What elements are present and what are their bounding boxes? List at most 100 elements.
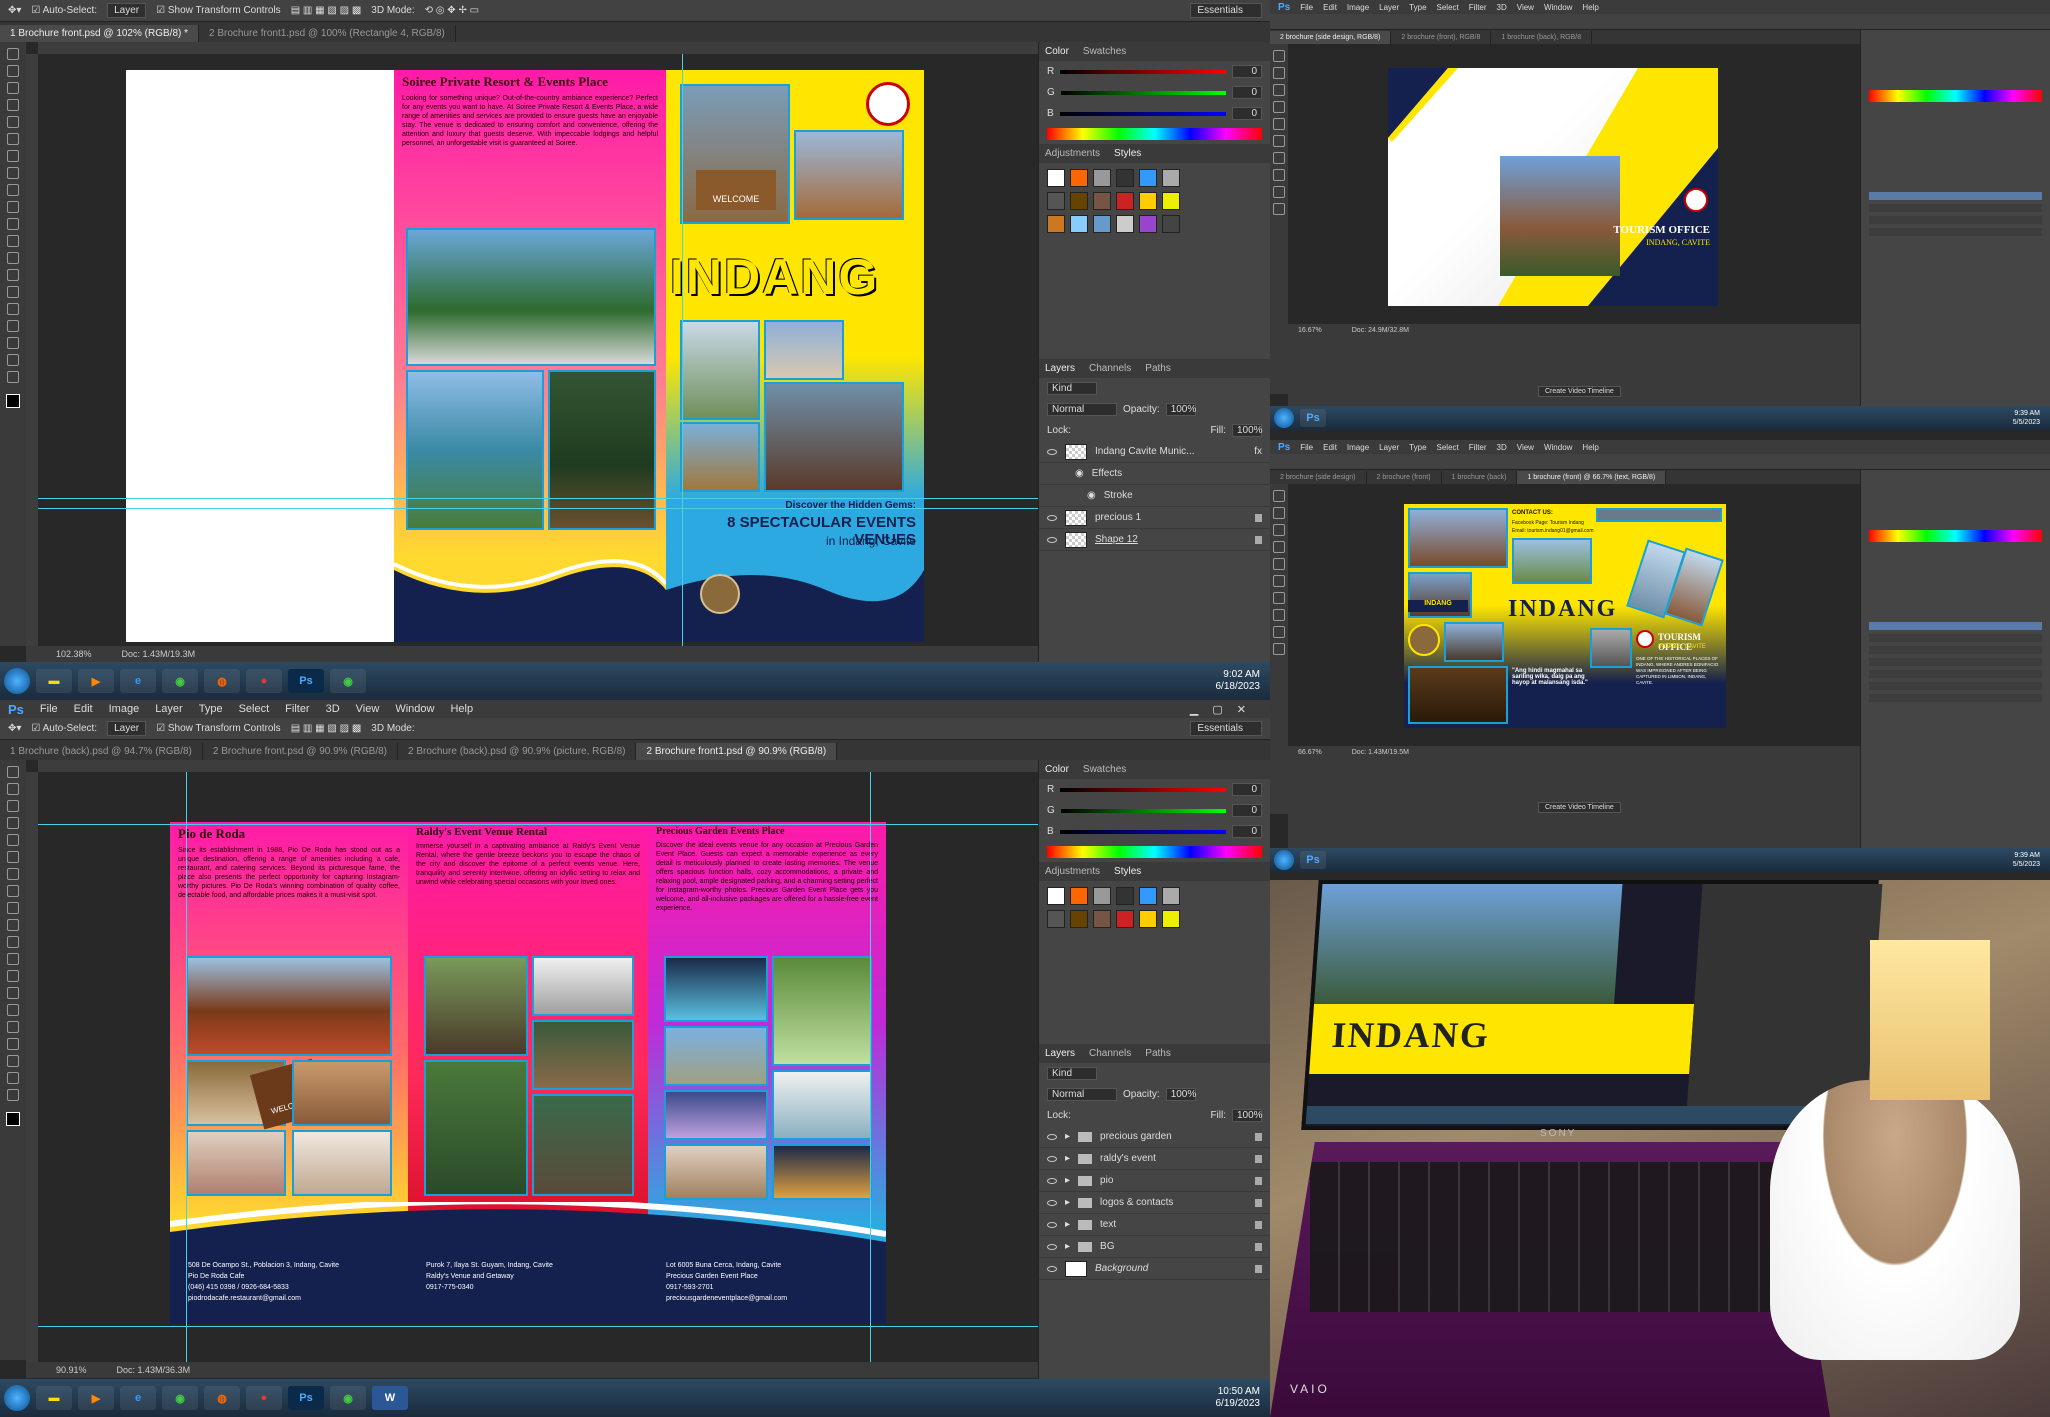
hand-icon[interactable] xyxy=(1273,626,1285,638)
quick-select-icon[interactable] xyxy=(7,817,19,829)
ie-icon[interactable]: e xyxy=(120,1386,156,1410)
menu-filter[interactable]: Filter xyxy=(1469,443,1487,452)
style-swatch[interactable] xyxy=(1162,215,1180,233)
canvas-area[interactable]: CONTACT US: Facebook Page: Tourism Indan… xyxy=(1288,484,1860,746)
stamp-icon[interactable] xyxy=(7,902,19,914)
tab-adjustments[interactable]: Adjustments xyxy=(1045,866,1100,877)
style-swatch[interactable] xyxy=(1070,192,1088,210)
create-timeline-button[interactable]: Create Video Timeline xyxy=(1538,386,1621,397)
eye-icon[interactable] xyxy=(1047,514,1057,521)
layer-stroke-row[interactable]: ◉ Stroke xyxy=(1039,485,1270,507)
layer-effects-row[interactable]: ◉ Effects xyxy=(1039,463,1270,485)
hand-icon[interactable] xyxy=(1273,186,1285,198)
menu-select[interactable]: Select xyxy=(239,703,270,715)
eye-icon[interactable] xyxy=(1047,1265,1057,1272)
layer-group-row[interactable]: ▸ raldy's event xyxy=(1039,1148,1270,1170)
canvas-area[interactable]: TOURISM OFFICE INDANG, CAVITE xyxy=(1288,44,1860,324)
style-swatch[interactable] xyxy=(1116,169,1134,187)
tab-styles[interactable]: Styles xyxy=(1114,148,1141,159)
menu-image[interactable]: Image xyxy=(1347,443,1369,452)
blend-mode-dropdown[interactable]: Normal xyxy=(1047,1088,1117,1101)
app-icon[interactable]: ● xyxy=(246,669,282,693)
g-value[interactable]: 0 xyxy=(1232,86,1262,99)
effects-eye-icon[interactable]: ◉ xyxy=(1075,468,1084,479)
align-icons[interactable]: ▤ ▥ ▦ ▧ ▨ ▩ xyxy=(291,5,362,16)
style-swatch[interactable] xyxy=(1070,910,1088,928)
eyedropper-icon[interactable] xyxy=(7,851,19,863)
create-timeline-button[interactable]: Create Video Timeline xyxy=(1538,802,1621,813)
media-player-icon[interactable]: ▶ xyxy=(78,669,114,693)
layer-row[interactable]: Indang Cavite Munic... fx xyxy=(1039,441,1270,463)
blend-mode-dropdown[interactable]: Normal xyxy=(1047,403,1117,416)
stroke-eye-icon[interactable]: ◉ xyxy=(1087,490,1096,501)
shape-icon[interactable] xyxy=(7,337,19,349)
move-icon[interactable] xyxy=(7,766,19,778)
fill-field[interactable]: 100% xyxy=(1232,1109,1263,1122)
shape-icon[interactable] xyxy=(1273,169,1285,181)
start-button[interactable] xyxy=(1274,850,1294,870)
menu-help[interactable]: Help xyxy=(1582,443,1598,452)
menu-type[interactable]: Type xyxy=(1409,443,1426,452)
marquee-icon[interactable] xyxy=(1273,67,1285,79)
r-value[interactable]: 0 xyxy=(1232,65,1262,78)
layer-row[interactable]: Background xyxy=(1039,1258,1270,1280)
auto-select-checkbox[interactable]: ☑ Auto-Select: xyxy=(31,723,97,734)
layer-row[interactable] xyxy=(1869,682,2042,690)
g-bar[interactable] xyxy=(1060,90,1226,95)
layer-row[interactable]: Shape 12 xyxy=(1039,529,1270,551)
menu-3d[interactable]: 3D xyxy=(326,703,340,715)
menu-edit[interactable]: Edit xyxy=(74,703,93,715)
b-slider[interactable]: B0 xyxy=(1039,103,1270,124)
brush-icon[interactable] xyxy=(1273,118,1285,130)
lasso-icon[interactable] xyxy=(7,82,19,94)
b-slider[interactable]: B0 xyxy=(1039,821,1270,842)
lasso-icon[interactable] xyxy=(7,800,19,812)
menu-view[interactable]: View xyxy=(1517,3,1534,12)
layer-row[interactable] xyxy=(1869,192,2042,200)
style-swatch[interactable] xyxy=(1047,910,1065,928)
menu-file[interactable]: File xyxy=(1300,443,1313,452)
tab-color[interactable]: Color xyxy=(1045,764,1069,775)
expand-arrow-icon[interactable]: ▸ xyxy=(1065,1131,1070,1142)
menu-view[interactable]: View xyxy=(1517,443,1534,452)
move-tool-icon[interactable]: ✥▾ xyxy=(8,723,21,734)
eye-icon[interactable] xyxy=(1047,1199,1057,1206)
zoom-level[interactable]: 90.91% xyxy=(56,1365,87,1375)
tab-color[interactable]: Color xyxy=(1045,46,1069,57)
move-tool-icon[interactable]: ✥▾ xyxy=(8,5,21,16)
tab-document[interactable]: 2 brochure (front) xyxy=(1367,471,1442,484)
style-swatch[interactable] xyxy=(1093,215,1111,233)
tab-adjustments[interactable]: Adjustments xyxy=(1045,148,1100,159)
style-swatch[interactable] xyxy=(1047,887,1065,905)
shape-icon[interactable] xyxy=(7,1055,19,1067)
g-value[interactable]: 0 xyxy=(1232,804,1262,817)
explorer-icon[interactable]: ▬ xyxy=(36,669,72,693)
tab-swatches[interactable]: Swatches xyxy=(1083,764,1126,775)
shape-icon[interactable] xyxy=(1273,609,1285,621)
style-swatch[interactable] xyxy=(1162,169,1180,187)
stamp-icon[interactable] xyxy=(7,184,19,196)
tab-document-1[interactable]: 1 Brochure front.psd @ 102% (RGB/8) * xyxy=(0,25,200,42)
move-icon[interactable] xyxy=(7,48,19,60)
layer-row[interactable] xyxy=(1869,216,2042,224)
tab-document-2[interactable]: 2 Brochure front1.psd @ 100% (Rectangle … xyxy=(199,25,456,42)
word-icon[interactable]: W xyxy=(372,1386,408,1410)
eraser-icon[interactable] xyxy=(7,218,19,230)
menu-window[interactable]: Window xyxy=(395,703,434,715)
zoom-level[interactable]: 102.38% xyxy=(56,649,92,659)
b-value[interactable]: 0 xyxy=(1232,825,1262,838)
r-slider[interactable]: R0 xyxy=(1039,779,1270,800)
menu-filter[interactable]: Filter xyxy=(285,703,309,715)
g-slider[interactable]: G0 xyxy=(1039,82,1270,103)
taskbar-clock[interactable]: 9:02 AM 6/18/2023 xyxy=(1216,669,1261,693)
crop-icon[interactable] xyxy=(1273,541,1285,553)
move-icon[interactable] xyxy=(1273,490,1285,502)
style-swatch[interactable] xyxy=(1162,192,1180,210)
marquee-icon[interactable] xyxy=(7,65,19,77)
g-bar[interactable] xyxy=(1060,808,1226,813)
ie-icon[interactable]: e xyxy=(120,669,156,693)
style-swatch[interactable] xyxy=(1093,169,1111,187)
firefox-icon[interactable]: ◍ xyxy=(204,669,240,693)
taskbar-clock[interactable]: 9:39 AM 5/5/2023 xyxy=(2013,851,2040,869)
auto-select-checkbox[interactable]: ☑ Auto-Select: xyxy=(31,5,97,16)
